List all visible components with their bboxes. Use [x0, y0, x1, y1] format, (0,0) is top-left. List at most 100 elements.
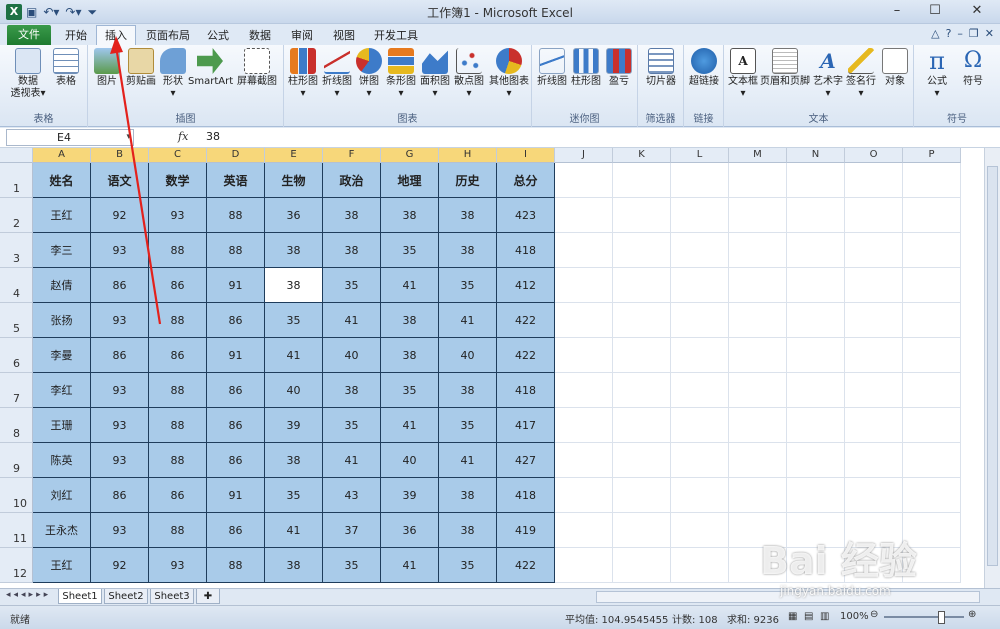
- column-chart-button[interactable]: 柱形图 ▾: [286, 48, 320, 100]
- worksheet-grid[interactable]: A B C D E F G H I J K L M N O P 1 2 3 4 5 6 7 8 9 10 11 12 姓名 语文 数学 英语生…: [0, 148, 984, 588]
- table-cell[interactable]: 40: [381, 443, 439, 478]
- cell-m9[interactable]: [729, 443, 787, 478]
- zoom-in-icon[interactable]: ⊕: [968, 609, 976, 620]
- cell-j9[interactable]: [555, 443, 613, 478]
- table-cell[interactable]: 38: [265, 548, 323, 583]
- cell-j3[interactable]: [555, 233, 613, 268]
- table-cell[interactable]: 41: [381, 548, 439, 583]
- table-cell[interactable]: 38: [381, 303, 439, 338]
- formula-input[interactable]: 38: [206, 130, 220, 143]
- cell-o1[interactable]: [845, 163, 903, 198]
- table-cell[interactable]: 王珊: [33, 408, 91, 443]
- table-cell[interactable]: 86: [207, 373, 265, 408]
- cell-n10[interactable]: [787, 478, 845, 513]
- tab-view[interactable]: 视图: [324, 26, 364, 45]
- table-cell[interactable]: 86: [91, 338, 149, 373]
- picture-button[interactable]: 图片: [92, 48, 122, 88]
- table-cell[interactable]: 93: [91, 513, 149, 548]
- header-footer-button[interactable]: 页眉和页脚: [760, 48, 810, 88]
- table-cell[interactable]: 86: [91, 268, 149, 303]
- cell-p3[interactable]: [903, 233, 961, 268]
- view-normal-icon[interactable]: ▦: [788, 611, 797, 622]
- table-cell[interactable]: 38: [381, 198, 439, 233]
- area-chart-button[interactable]: 面积图 ▾: [418, 48, 452, 100]
- table-cell[interactable]: 38: [265, 443, 323, 478]
- cell-m5[interactable]: [729, 303, 787, 338]
- table-cell[interactable]: 35: [439, 548, 497, 583]
- table-cell[interactable]: 418: [497, 373, 555, 408]
- object-button[interactable]: 对象: [880, 48, 910, 88]
- cell-o3[interactable]: [845, 233, 903, 268]
- table-cell[interactable]: 422: [497, 303, 555, 338]
- shapes-button[interactable]: 形状 ▾: [160, 48, 186, 100]
- table-cell[interactable]: 41: [323, 443, 381, 478]
- table-cell[interactable]: 王永杰: [33, 513, 91, 548]
- sheet-tab-sheet3[interactable]: Sheet3: [150, 589, 194, 604]
- other-charts-button[interactable]: 其他图表 ▾: [488, 48, 530, 100]
- equation-button[interactable]: π 公式 ▾: [920, 48, 954, 100]
- wordart-button[interactable]: A 艺术字 ▾: [812, 48, 844, 100]
- column-header-p[interactable]: P: [903, 148, 961, 163]
- table-header-cell[interactable]: 语文: [91, 163, 149, 198]
- signature-line-button[interactable]: 签名行 ▾: [844, 48, 878, 100]
- table-cell[interactable]: 35: [323, 548, 381, 583]
- table-cell[interactable]: 88: [207, 198, 265, 233]
- cell-m6[interactable]: [729, 338, 787, 373]
- table-cell[interactable]: 422: [497, 548, 555, 583]
- help-icon[interactable]: ?: [946, 27, 952, 40]
- table-cell[interactable]: 王红: [33, 198, 91, 233]
- scatter-chart-button[interactable]: 散点图 ▾: [452, 48, 486, 100]
- table-cell[interactable]: 35: [265, 303, 323, 338]
- zoom-level[interactable]: 100%: [840, 611, 869, 622]
- cell-l5[interactable]: [671, 303, 729, 338]
- table-cell[interactable]: 86: [149, 268, 207, 303]
- table-cell[interactable]: 88: [207, 233, 265, 268]
- sheet-tab-sheet2[interactable]: Sheet2: [104, 589, 148, 604]
- cell-j4[interactable]: [555, 268, 613, 303]
- column-header-d[interactable]: D: [207, 148, 265, 163]
- cell-n2[interactable]: [787, 198, 845, 233]
- table-cell[interactable]: 88: [149, 513, 207, 548]
- table-cell[interactable]: 88: [207, 548, 265, 583]
- table-cell[interactable]: 35: [439, 408, 497, 443]
- table-cell[interactable]: 86: [207, 443, 265, 478]
- zoom-slider[interactable]: [884, 611, 964, 624]
- table-cell[interactable]: 418: [497, 233, 555, 268]
- screenshot-button[interactable]: 屏幕截图: [236, 48, 278, 88]
- column-header-m[interactable]: M: [729, 148, 787, 163]
- cell-k6[interactable]: [613, 338, 671, 373]
- tab-developer[interactable]: 开发工具: [368, 26, 424, 45]
- column-header-h[interactable]: H: [439, 148, 497, 163]
- doc-restore-icon[interactable]: ❐: [969, 27, 979, 40]
- name-box[interactable]: E4: [6, 129, 134, 146]
- doc-minimize-icon[interactable]: –: [957, 27, 963, 40]
- column-header-l[interactable]: L: [671, 148, 729, 163]
- row-header-8[interactable]: 8: [0, 408, 33, 443]
- sparkline-line-button[interactable]: 折线图: [536, 48, 568, 88]
- cell-l4[interactable]: [671, 268, 729, 303]
- table-cell[interactable]: 93: [149, 198, 207, 233]
- table-cell[interactable]: 李曼: [33, 338, 91, 373]
- cell-m4[interactable]: [729, 268, 787, 303]
- cell-m1[interactable]: [729, 163, 787, 198]
- cell-k12[interactable]: [613, 548, 671, 583]
- table-cell[interactable]: 91: [207, 338, 265, 373]
- cell-n9[interactable]: [787, 443, 845, 478]
- cell-k10[interactable]: [613, 478, 671, 513]
- table-cell[interactable]: 93: [91, 233, 149, 268]
- pivot-table-button[interactable]: 数据 透视表▾: [8, 48, 48, 100]
- table-cell[interactable]: 88: [149, 233, 207, 268]
- cell-m10[interactable]: [729, 478, 787, 513]
- tab-insert[interactable]: 插入: [96, 25, 136, 46]
- table-header-cell[interactable]: 数学: [149, 163, 207, 198]
- cell-l7[interactable]: [671, 373, 729, 408]
- table-cell[interactable]: 38: [323, 373, 381, 408]
- cell-p2[interactable]: [903, 198, 961, 233]
- table-cell[interactable]: 35: [323, 408, 381, 443]
- table-cell[interactable]: 39: [265, 408, 323, 443]
- vertical-scrollbar[interactable]: [984, 148, 1000, 588]
- table-cell[interactable]: 91: [207, 268, 265, 303]
- cell-j11[interactable]: [555, 513, 613, 548]
- cell-k4[interactable]: [613, 268, 671, 303]
- column-header-c[interactable]: C: [149, 148, 207, 163]
